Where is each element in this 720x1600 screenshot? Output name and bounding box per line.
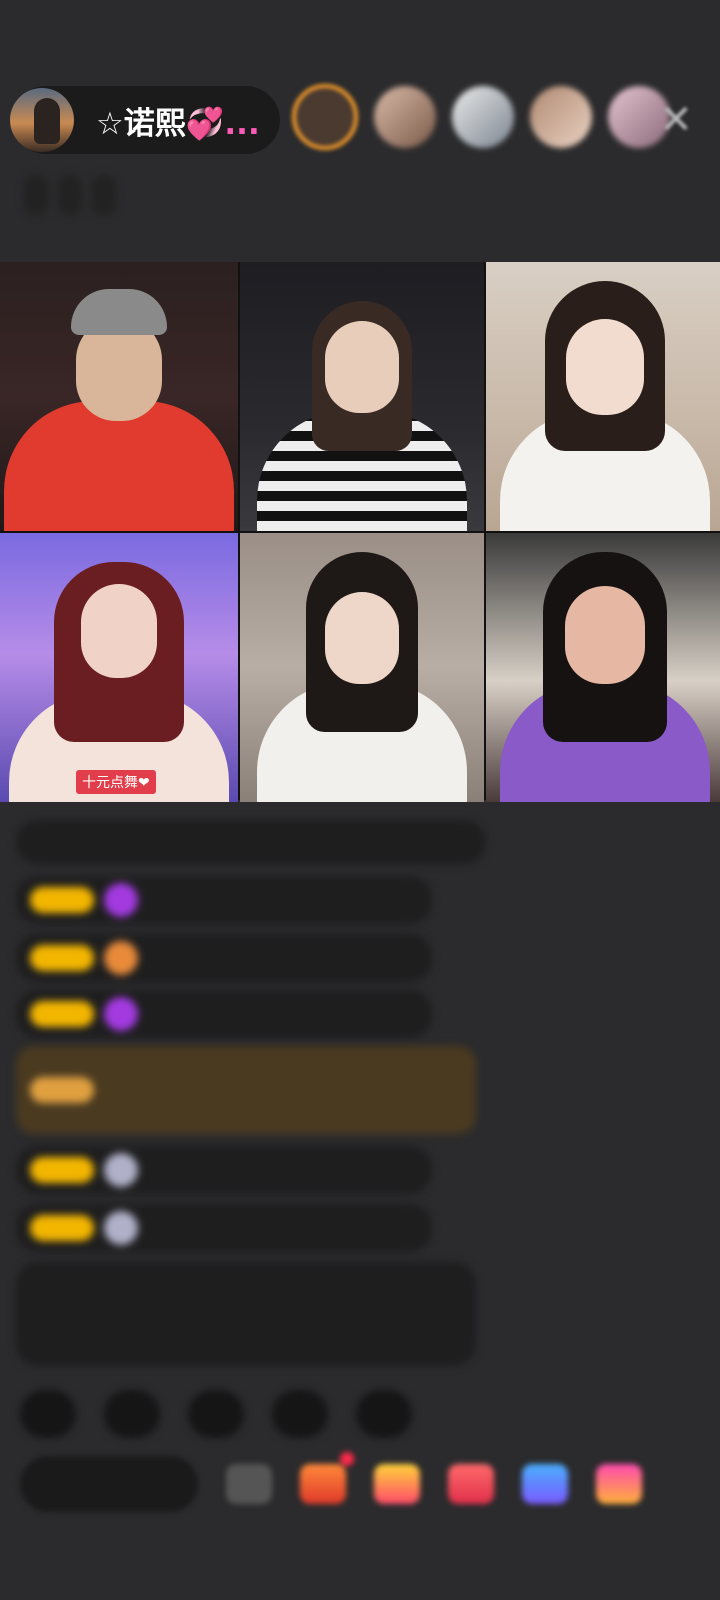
tile-tag-label: 十元点舞❤ <box>76 770 156 794</box>
guest-face <box>325 592 399 684</box>
guest-video-tile[interactable]: 十元点舞❤ <box>0 533 238 802</box>
top-viewer-avatar[interactable] <box>292 84 358 150</box>
room-badge-row <box>24 170 700 220</box>
user-level-badge <box>30 1215 94 1241</box>
guest-hair <box>71 289 167 335</box>
pk-badge[interactable] <box>92 175 116 215</box>
user-level-badge <box>30 1001 94 1027</box>
quick-reply-chip[interactable] <box>104 1390 160 1438</box>
user-level-badge <box>30 945 94 971</box>
red-packet-icon[interactable] <box>374 1464 420 1504</box>
multi-guest-video-grid: 十元点舞❤ <box>0 262 720 802</box>
user-level-badge <box>30 887 94 913</box>
quick-reply-chip[interactable] <box>356 1390 412 1438</box>
quick-reply-chip[interactable] <box>188 1390 244 1438</box>
chat-message[interactable] <box>16 1204 432 1252</box>
chat-system-message <box>16 820 486 864</box>
chat-message[interactable] <box>16 1146 432 1194</box>
diamond-icon <box>104 883 138 917</box>
chat-notice-message <box>16 1262 476 1366</box>
user-level-badge <box>30 1077 94 1103</box>
chat-message[interactable] <box>16 990 432 1038</box>
guest-face <box>565 586 645 684</box>
gift-box-icon[interactable] <box>300 1452 354 1504</box>
quick-reply-row <box>20 1390 412 1438</box>
guest-video-tile[interactable] <box>486 533 720 802</box>
bottom-action-bar <box>20 1452 700 1514</box>
fan-club-icon <box>104 941 138 975</box>
quick-reply-chip[interactable] <box>272 1390 328 1438</box>
quick-reply-chip[interactable] <box>20 1390 76 1438</box>
user-avatar <box>104 1153 138 1187</box>
guest-face <box>81 584 157 678</box>
close-icon[interactable]: ✕ <box>654 98 698 142</box>
chat-highlight-message[interactable] <box>16 1046 476 1134</box>
fans-badge[interactable] <box>58 175 82 215</box>
chat-message[interactable] <box>16 876 432 924</box>
emoji-icon[interactable] <box>226 1464 272 1504</box>
heart-gift-icon[interactable] <box>448 1464 494 1504</box>
top-viewer-avatar[interactable] <box>452 86 514 148</box>
guest-video-tile[interactable] <box>0 262 238 531</box>
guest-face <box>325 321 399 413</box>
gift-icon[interactable] <box>596 1464 642 1504</box>
comment-input[interactable] <box>20 1456 198 1512</box>
host-avatar[interactable] <box>10 88 74 152</box>
guest-video-tile[interactable] <box>486 262 720 531</box>
chat-message[interactable] <box>16 934 432 982</box>
diamond-icon <box>104 997 138 1031</box>
host-info-pill[interactable]: ☆诺熙💞... <box>10 86 280 154</box>
guest-face <box>566 319 644 415</box>
host-name: ☆诺熙💞... <box>96 105 260 142</box>
top-viewer-avatar[interactable] <box>530 86 592 148</box>
user-level-badge <box>30 1157 94 1183</box>
top-viewer-avatar[interactable] <box>374 86 436 148</box>
game-icon[interactable] <box>522 1464 568 1504</box>
user-avatar <box>104 1211 138 1245</box>
top-viewers-list <box>292 84 670 150</box>
guest-video-tile[interactable] <box>240 533 484 802</box>
rank-badge[interactable] <box>24 175 48 215</box>
guest-video-tile[interactable] <box>240 262 484 531</box>
